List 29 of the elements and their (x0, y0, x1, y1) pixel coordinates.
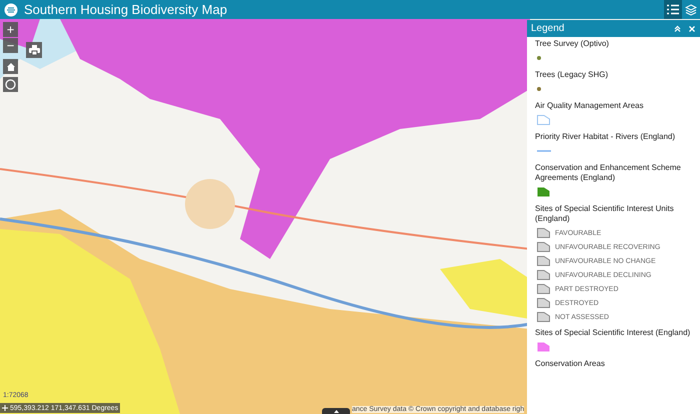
logo-icon (4, 2, 18, 16)
legend-layer-title: Tree Survey (Optivo) (535, 39, 610, 49)
layers-icon (685, 4, 697, 16)
legend-layer-title: Conservation and Enhancement Scheme Agreements (England) (535, 163, 682, 183)
legend-layer-title: Air Quality Management Areas (535, 101, 644, 111)
legend-title: Legend (531, 22, 564, 36)
printer-icon (28, 45, 40, 55)
attribution-toggle[interactable] (322, 408, 350, 414)
locate-button[interactable] (3, 77, 18, 92)
close-icon (689, 26, 695, 32)
close-button[interactable] (688, 24, 696, 32)
legend-layer-title: Sites of Special Scientific Interest (England) (535, 328, 692, 338)
legend-layer-title: Conservation Areas (535, 359, 606, 369)
list-icon (667, 4, 679, 15)
legend-button[interactable] (664, 0, 682, 19)
zoom-out-button[interactable]: − (3, 38, 18, 53)
print-button[interactable] (26, 42, 42, 58)
caret-icon (334, 410, 338, 412)
collapse-button[interactable] (673, 24, 681, 32)
legend-layer-title: Priority River Habitat - Rivers (England) (535, 132, 676, 142)
crosshair-icon (2, 405, 8, 411)
home-button[interactable] (3, 59, 18, 74)
zoom-in-button[interactable]: + (3, 22, 18, 37)
circle-icon (5, 79, 16, 90)
legend-layer-title: Sites of Special Scientific Interest Units (England) (535, 204, 675, 224)
home-icon (6, 62, 16, 72)
double-caret-icon (674, 25, 680, 32)
legend-layer-title: Trees (Legacy SHG) (535, 70, 610, 80)
app-title: Southern Housing Biodiversity Map (24, 3, 228, 16)
